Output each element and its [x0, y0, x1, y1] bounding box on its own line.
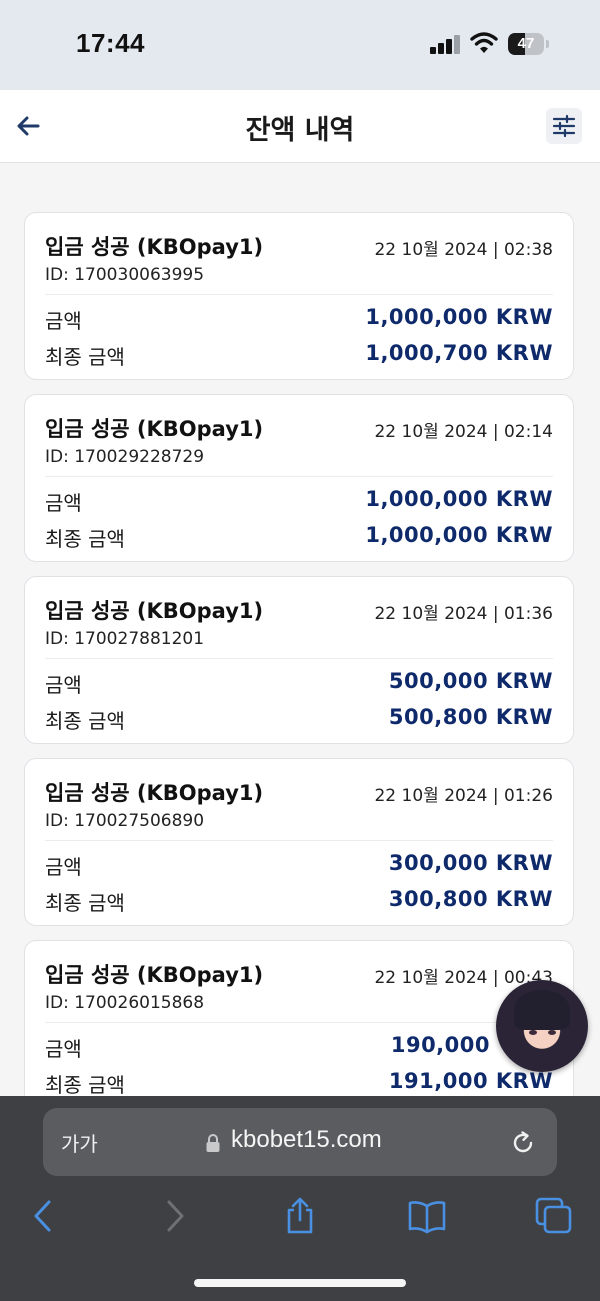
url-text: kbobet15.com — [231, 1126, 382, 1153]
transaction-title: 입금 성공 (KBOpay1) — [45, 781, 264, 805]
final-amount-label: 최종 금액 — [45, 891, 125, 915]
bookmarks-book-icon[interactable] — [407, 1196, 447, 1236]
filter-sliders-icon — [552, 114, 576, 138]
divider — [45, 476, 553, 477]
amount-value: 300,000 KRW — [388, 851, 553, 875]
transaction-date: 22 10월 2024 | 01:36 — [374, 604, 553, 624]
battery-icon: 47 — [508, 33, 544, 55]
transaction-title: 입금 성공 (KBOpay1) — [45, 963, 264, 987]
cellular-signal-icon — [430, 34, 462, 54]
battery-level: 47 — [517, 35, 535, 52]
tabs-icon[interactable] — [534, 1196, 574, 1236]
home-indicator — [194, 1279, 406, 1287]
transaction-card[interactable]: 입금 성공 (KBOpay1) 22 10월 2024 | 02:14 ID: … — [24, 394, 574, 562]
transaction-title: 입금 성공 (KBOpay1) — [45, 235, 264, 259]
status-bar: 17:44 47 — [0, 0, 600, 90]
battery-tip — [546, 40, 549, 48]
final-amount-value: 191,000 KRW — [388, 1069, 553, 1093]
transaction-title: 입금 성공 (KBOpay1) — [45, 599, 264, 623]
chat-support-avatar[interactable] — [496, 980, 588, 1072]
transaction-id: ID: 170027506890 — [45, 811, 205, 831]
final-amount-value: 1,000,000 KRW — [365, 523, 553, 547]
transaction-list: 입금 성공 (KBOpay1) 22 10월 2024 | 02:38 ID: … — [24, 212, 576, 1122]
page-title: 잔액 내역 — [245, 115, 355, 146]
transaction-id: ID: 170026015868 — [45, 993, 205, 1013]
wifi-icon — [470, 32, 498, 53]
status-time: 17:44 — [76, 28, 145, 58]
chevron-left-icon[interactable] — [24, 1196, 64, 1236]
amount-label: 금액 — [45, 309, 82, 333]
amount-value: 1,000,000 KRW — [365, 305, 553, 329]
final-amount-value: 1,000,700 KRW — [365, 341, 553, 365]
divider — [45, 840, 553, 841]
amount-value: 190,000 — [390, 1033, 490, 1057]
transaction-date: 22 10월 2024 | 02:38 — [374, 240, 553, 260]
transaction-card[interactable]: 입금 성공 (KBOpay1) 22 10월 2024 | 00:43 ID: … — [24, 940, 574, 1108]
final-amount-value: 300,800 KRW — [388, 887, 553, 911]
transaction-id: ID: 170027881201 — [45, 629, 205, 649]
amount-value: 500,000 KRW — [388, 669, 553, 693]
amount-label: 금액 — [45, 1037, 82, 1061]
amount-value: 1,000,000 KRW — [365, 487, 553, 511]
transaction-card[interactable]: 입금 성공 (KBOpay1) 22 10월 2024 | 02:38 ID: … — [24, 212, 574, 380]
amount-label: 금액 — [45, 673, 82, 697]
transaction-id: ID: 170030063995 — [45, 265, 205, 285]
browser-toolbar: 가가 kbobet15.com — [0, 1096, 600, 1301]
share-icon[interactable] — [280, 1196, 320, 1236]
final-amount-label: 최종 금액 — [45, 345, 125, 369]
chevron-right-icon[interactable] — [155, 1196, 195, 1236]
filter-button[interactable] — [546, 108, 582, 144]
transaction-title: 입금 성공 (KBOpay1) — [45, 417, 264, 441]
avatar-eye — [548, 1030, 556, 1035]
divider — [45, 1022, 553, 1023]
final-amount-label: 최종 금액 — [45, 709, 125, 733]
transaction-card[interactable]: 입금 성공 (KBOpay1) 22 10월 2024 | 01:36 ID: … — [24, 576, 574, 744]
final-amount-label: 최종 금액 — [45, 527, 125, 551]
transaction-card[interactable]: 입금 성공 (KBOpay1) 22 10월 2024 | 01:26 ID: … — [24, 758, 574, 926]
divider — [45, 658, 553, 659]
avatar-eye — [529, 1030, 537, 1035]
address-bar[interactable]: 가가 kbobet15.com — [43, 1108, 557, 1176]
amount-label: 금액 — [45, 855, 82, 879]
reload-icon[interactable] — [509, 1129, 537, 1157]
transaction-date: 22 10월 2024 | 01:26 — [374, 786, 553, 806]
final-amount-label: 최종 금액 — [45, 1073, 125, 1097]
app-header: 잔액 내역 — [0, 90, 600, 163]
lock-icon — [206, 1134, 220, 1152]
text-size-button[interactable]: 가가 — [61, 1128, 98, 1157]
amount-label: 금액 — [45, 491, 82, 515]
avatar-hair — [514, 990, 570, 1030]
final-amount-value: 500,800 KRW — [388, 705, 553, 729]
transaction-id: ID: 170029228729 — [45, 447, 205, 467]
divider — [45, 294, 553, 295]
transaction-date: 22 10월 2024 | 02:14 — [374, 422, 553, 442]
